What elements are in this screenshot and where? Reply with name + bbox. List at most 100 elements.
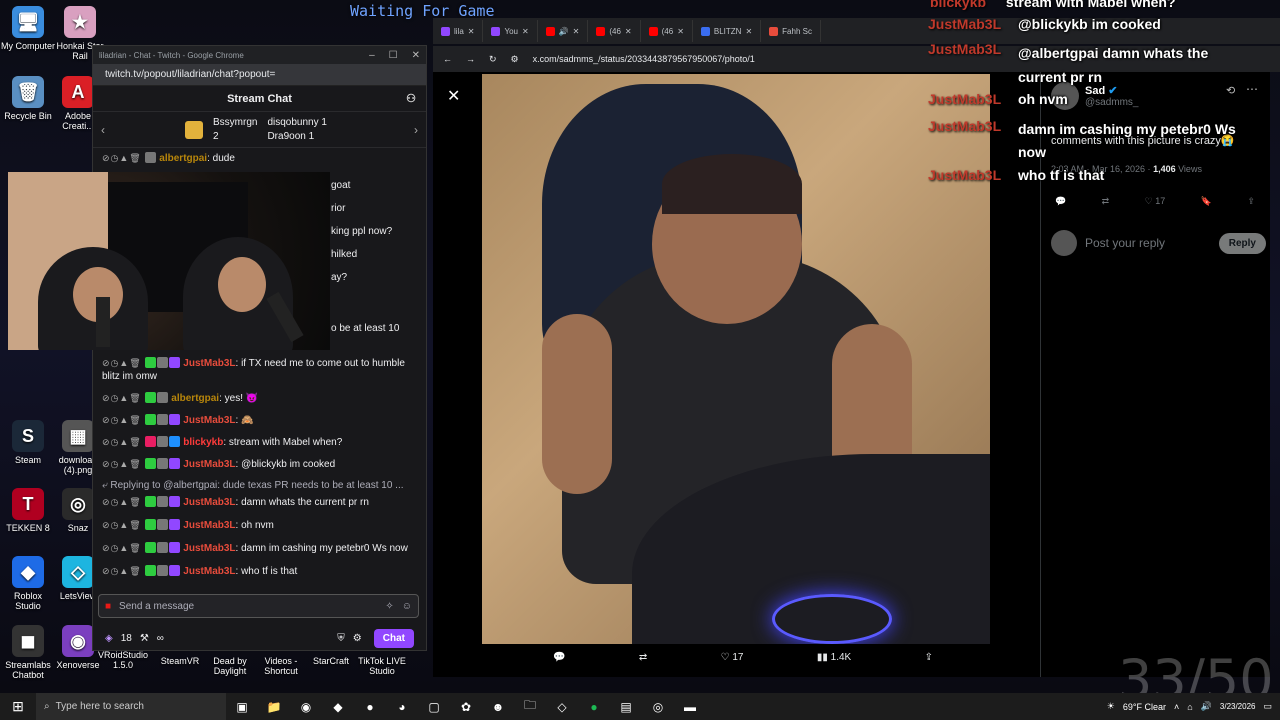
desktop-icon-roblox-studio[interactable]: ◆ Roblox Studio: [0, 556, 56, 611]
desktop-icon-streamlabs[interactable]: ◼ Streamlabs Chatbot: [0, 625, 56, 680]
close-icon[interactable]: ✕: [412, 50, 420, 61]
desktop-icon-vroid[interactable]: VRoidStudio 1.5.0: [95, 650, 151, 670]
chat-input[interactable]: ■ Send a message ✧ ☺: [98, 594, 419, 618]
reply-icon[interactable]: 💬: [1055, 196, 1066, 207]
shield-icon[interactable]: ⛨: [337, 633, 345, 644]
chat-username[interactable]: JustMab3L: [183, 459, 235, 470]
emote-icon[interactable]: ☺: [402, 601, 412, 612]
chat-username[interactable]: JustMab3L: [183, 520, 235, 531]
task-view-icon[interactable]: ▣: [226, 700, 258, 714]
browser-tab[interactable]: Fahh Sc: [761, 20, 821, 42]
share-icon[interactable]: ⇪: [1247, 196, 1255, 207]
window-titlebar[interactable]: liladrian - Chat - Twitch - Google Chrom…: [93, 46, 426, 64]
mod-tools-icon[interactable]: ⊘◷▲🗑: [102, 437, 142, 447]
browser-tab[interactable]: (46 ✕: [641, 20, 693, 42]
address-bar[interactable]: twitch.tv/popout/liladrian/chat?popout=: [93, 64, 426, 86]
chevron-up-icon[interactable]: ˄: [1174, 702, 1179, 712]
desktop-icon-tiktok-live[interactable]: TikTok LIVE Studio: [354, 656, 410, 676]
desktop-icon-starcraft[interactable]: StarCraft: [303, 656, 359, 666]
reply-icon[interactable]: 💬: [553, 652, 565, 663]
app-icon[interactable]: ●: [354, 700, 386, 714]
desktop-icon-dead-by-daylight[interactable]: Dead by Daylight: [202, 656, 258, 676]
chat-username[interactable]: JustMab3L: [183, 497, 235, 508]
site-settings-icon[interactable]: ⚙: [511, 54, 519, 65]
forward-icon[interactable]: →: [466, 54, 475, 64]
network-icon[interactable]: ⌂: [1187, 702, 1192, 712]
app-icon[interactable]: ◆: [322, 700, 354, 714]
desktop-icon-recycle-bin[interactable]: 🗑 Recycle Bin: [0, 76, 56, 121]
mod-tools-icon[interactable]: ⊘◷▲🗑: [102, 566, 142, 576]
channel-points-icon[interactable]: ◈: [105, 633, 113, 644]
chat-username[interactable]: JustMab3L: [183, 566, 235, 577]
mod-tools-icon[interactable]: ⊘◷▲🗑: [102, 520, 142, 530]
chat-username[interactable]: blickykb: [183, 437, 223, 448]
back-icon[interactable]: ←: [443, 54, 452, 64]
browser-tab[interactable]: lila ✕: [433, 20, 484, 42]
chat-username[interactable]: JustMab3L: [183, 543, 235, 554]
close-icon[interactable]: ✕: [573, 27, 580, 36]
tweet-photo[interactable]: [482, 74, 990, 644]
repost-icon[interactable]: ⇄: [639, 652, 647, 663]
maximize-icon[interactable]: ☐: [389, 50, 398, 61]
browser-tab[interactable]: BLITZN ✕: [693, 20, 762, 42]
close-icon[interactable]: ✕: [468, 27, 475, 36]
taskbar-search[interactable]: ⌕ Type here to search: [36, 693, 226, 720]
reply-context[interactable]: ⤶ Replying to @albertgpai: dude texas PR…: [93, 477, 426, 494]
chat-send-button[interactable]: Chat: [373, 628, 414, 648]
app-icon[interactable]: ✿: [450, 700, 482, 714]
mod-tools-icon[interactable]: ⊘◷▲🗑: [102, 393, 142, 403]
share-icon[interactable]: ⇪: [925, 652, 933, 663]
bits-icon[interactable]: ✧: [385, 601, 393, 612]
spotify-icon[interactable]: ●: [578, 700, 610, 714]
close-icon[interactable]: ✕: [522, 27, 529, 36]
desktop-icon-videos[interactable]: Videos - Shortcut: [253, 656, 309, 676]
app-icon[interactable]: ▬: [674, 700, 706, 714]
chrome-icon[interactable]: ◉: [290, 700, 322, 714]
app-icon[interactable]: ◇: [546, 700, 578, 714]
mod-tools-icon[interactable]: ⊘◷▲🗑: [102, 543, 142, 553]
chat-username[interactable]: albertgpai: [159, 153, 207, 164]
app-icon[interactable]: ▤: [610, 700, 642, 714]
views-button[interactable]: ▮▮ 1.4K: [817, 652, 851, 663]
minimize-icon[interactable]: –: [369, 50, 375, 61]
repost-icon[interactable]: ⇄: [1102, 196, 1110, 207]
reload-icon[interactable]: ↻: [489, 54, 497, 65]
browser-tab[interactable]: 🔊 ✕: [538, 20, 589, 42]
discord-icon[interactable]: ◕: [386, 700, 418, 714]
weather-text[interactable]: 69°F Clear: [1123, 702, 1166, 712]
close-icon[interactable]: ✕: [625, 27, 632, 36]
hammer-icon[interactable]: ⚒: [140, 633, 149, 644]
close-icon[interactable]: ✕: [447, 86, 460, 106]
close-icon[interactable]: ✕: [677, 27, 684, 36]
reply-input[interactable]: Post your reply: [1085, 236, 1165, 250]
app-icon[interactable]: ☻: [482, 700, 514, 714]
mod-tools-icon[interactable]: ⊘◷▲🗑: [102, 358, 142, 368]
browser-tab[interactable]: You ✕: [483, 20, 538, 42]
gear-icon[interactable]: ⚙: [353, 633, 362, 644]
bookmark-icon[interactable]: 🔖: [1201, 196, 1212, 207]
like-button[interactable]: ♡ 17: [721, 652, 744, 663]
chat-username[interactable]: JustMab3L: [183, 415, 235, 426]
like-button[interactable]: ♡ 17: [1145, 196, 1166, 207]
desktop-icon-steamvr[interactable]: SteamVR: [152, 656, 208, 666]
clock[interactable]: 3/23/2026: [1220, 701, 1256, 712]
file-explorer-icon[interactable]: 🗀: [514, 696, 546, 717]
volume-icon[interactable]: 🔊: [1201, 701, 1212, 712]
reply-composer[interactable]: Post your reply Reply: [1051, 230, 1266, 256]
file-explorer-icon[interactable]: 📁: [258, 700, 290, 714]
mod-tools-icon[interactable]: ⊘◷▲🗑: [102, 459, 142, 469]
windows-start-icon[interactable]: ⊞: [0, 698, 36, 715]
chat-username[interactable]: JustMab3L: [183, 358, 235, 369]
chat-username[interactable]: albertgpai: [171, 393, 219, 404]
browser-tab[interactable]: (46 ✕: [588, 20, 641, 42]
app-icon[interactable]: ◎: [642, 700, 674, 714]
chevron-left-icon[interactable]: ‹: [101, 123, 105, 137]
chevron-right-icon[interactable]: ›: [414, 123, 418, 137]
desktop-icon-tekken[interactable]: T TEKKEN 8: [0, 488, 56, 533]
url-text[interactable]: x.com/sadmms_/status/2033443879567950067…: [533, 54, 755, 64]
mod-tools-icon[interactable]: ⊘◷▲🗑: [102, 153, 142, 163]
notifications-icon[interactable]: ▭: [1263, 701, 1272, 712]
close-icon[interactable]: ✕: [745, 27, 752, 36]
users-icon[interactable]: ⚇: [406, 92, 416, 105]
mod-tools-icon[interactable]: ⊘◷▲🗑: [102, 415, 142, 425]
